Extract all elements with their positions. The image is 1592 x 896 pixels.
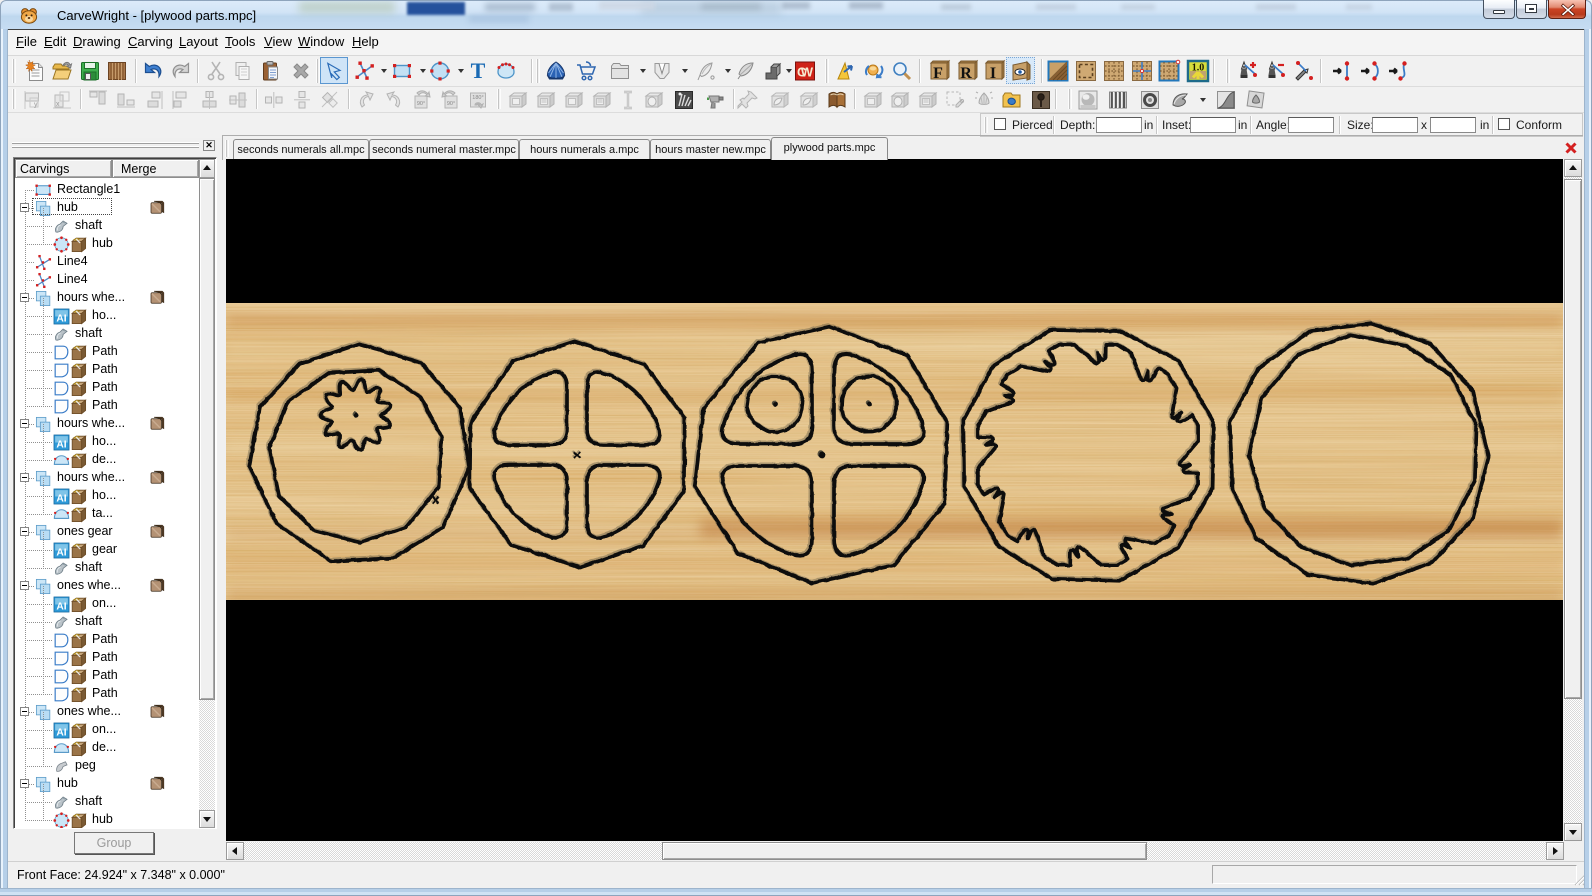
svg-text:I: I: [990, 65, 996, 82]
svg-text:F: F: [933, 65, 943, 82]
svg-text:R: R: [960, 65, 972, 82]
